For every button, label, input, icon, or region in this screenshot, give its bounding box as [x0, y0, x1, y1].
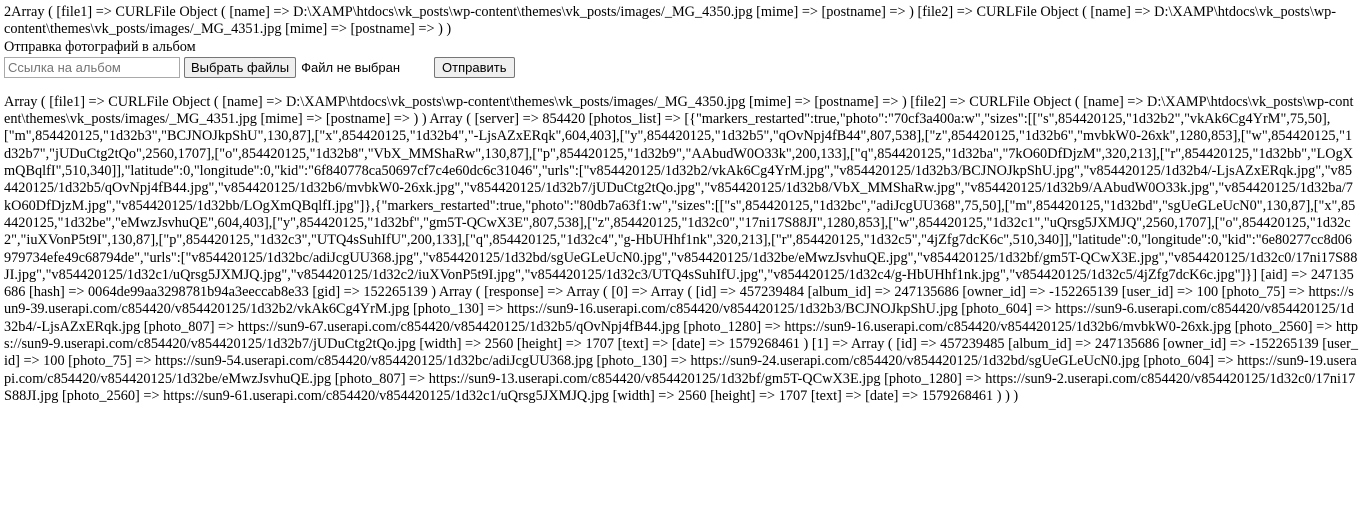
- file-status-text: Файл не выбран: [301, 60, 401, 76]
- form-title: Отправка фотографий в альбом: [4, 38, 196, 55]
- submit-button[interactable]: Отправить: [434, 57, 515, 79]
- album-link-input[interactable]: [4, 57, 180, 79]
- form-controls-row: Выбрать файлы Файл не выбран Отправить: [4, 56, 1359, 80]
- debug-output-top: 2Array ( [file1] => CURLFile Object ( [n…: [4, 4, 1337, 38]
- choose-files-button[interactable]: Выбрать файлы: [184, 57, 297, 79]
- page: 2Array ( [file1] => CURLFile Object ( [n…: [0, 0, 1361, 405]
- upload-form: Отправка фотографий в альбом Выбрать фай…: [4, 39, 1359, 80]
- debug-output-bottom: Array ( [file1] => CURLFile Object ( [na…: [4, 93, 1359, 404]
